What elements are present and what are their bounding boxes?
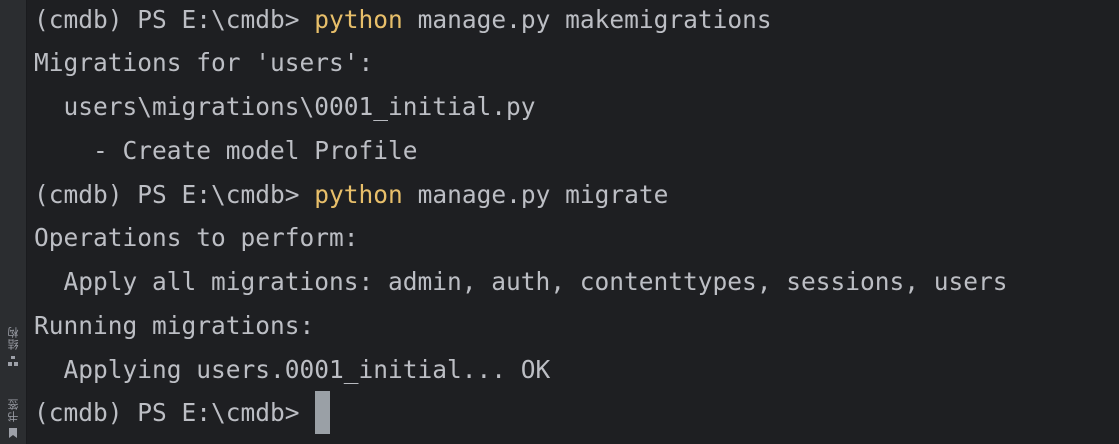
tool-window-strip: 结构 书签 — [0, 0, 27, 444]
terminal-line: (cmdb) PS E:\cmdb> python manage.py migr… — [34, 173, 668, 217]
terminal-window: 结构 书签 (cmdb) PS E:\cmdb> python manage.p… — [0, 0, 1119, 444]
terminal-line: (cmdb) PS E:\cmdb> python manage.py make… — [34, 0, 772, 42]
terminal-line: Migrations for 'users': — [34, 48, 374, 77]
prompt: (cmdb) PS E:\cmdb> — [34, 5, 300, 34]
command-keyword: python — [314, 5, 403, 34]
prompt: (cmdb) PS E:\cmdb> — [34, 180, 300, 209]
terminal-line: Running migrations: — [34, 311, 315, 340]
bookmarks-tab[interactable]: 书签 — [0, 398, 26, 439]
prompt: (cmdb) PS E:\cmdb> — [34, 398, 300, 427]
structure-tab-label: 结构 — [6, 326, 20, 350]
terminal-line: Apply all migrations: admin, auth, conte… — [34, 267, 1008, 296]
structure-icon — [8, 356, 18, 366]
text-cursor — [314, 391, 330, 434]
structure-tab[interactable]: 结构 — [0, 326, 26, 367]
terminal-input-line[interactable]: (cmdb) PS E:\cmdb> — [34, 391, 330, 435]
bookmark-icon — [9, 428, 17, 438]
bookmarks-tab-label: 书签 — [6, 398, 20, 422]
command-keyword: python — [314, 180, 403, 209]
terminal-output[interactable]: (cmdb) PS E:\cmdb> python manage.py make… — [34, 0, 1119, 444]
terminal-line: Applying users.0001_initial... OK — [34, 355, 551, 384]
terminal-line: Operations to perform: — [34, 223, 359, 252]
terminal-line: - Create model Profile — [34, 136, 418, 165]
command-args: manage.py migrate — [417, 180, 669, 209]
terminal-line: users\migrations\0001_initial.py — [34, 92, 536, 121]
command-args: manage.py makemigrations — [417, 5, 772, 34]
